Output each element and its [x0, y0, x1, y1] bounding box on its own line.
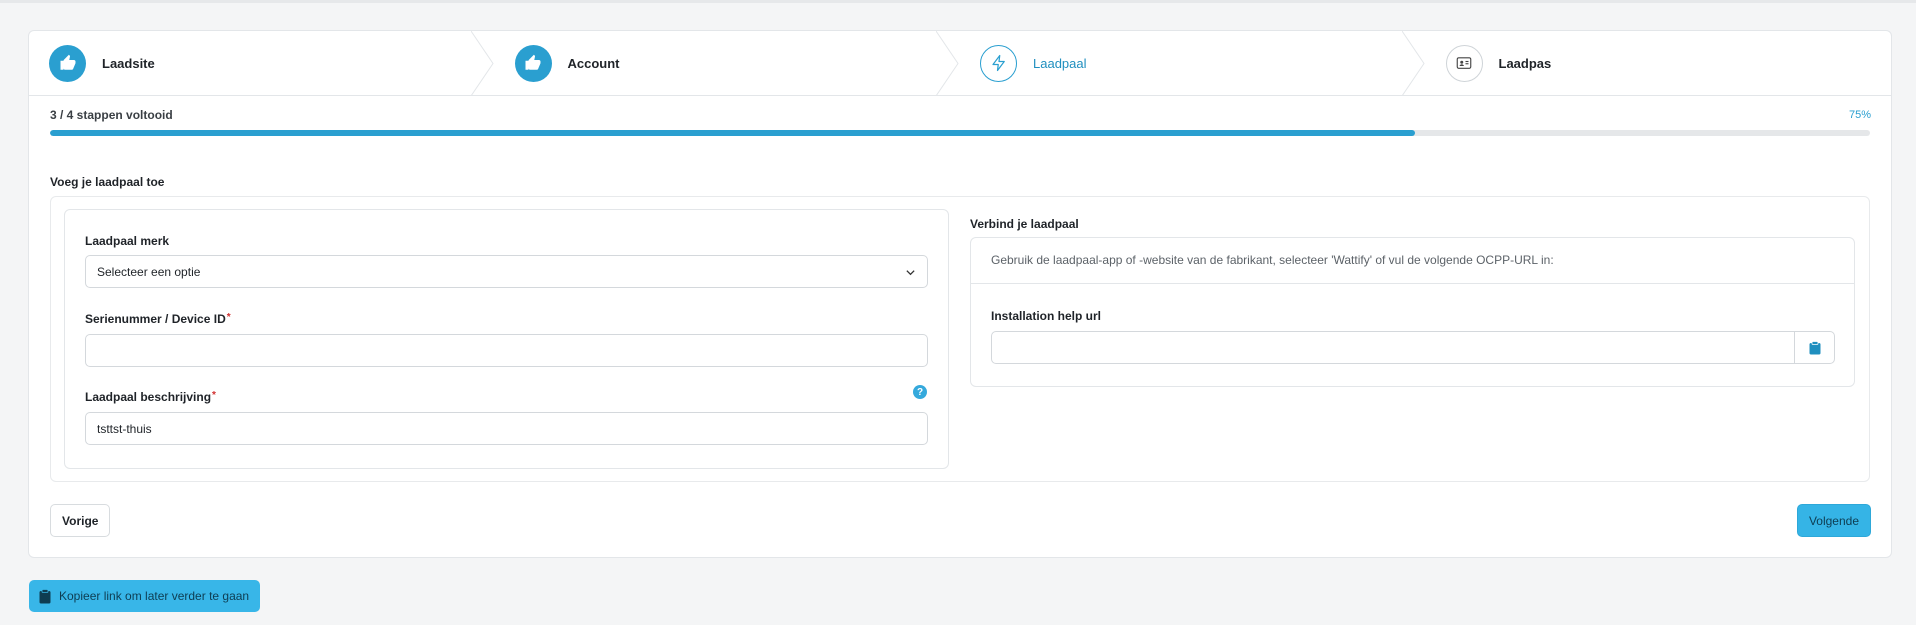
step-laadpaal[interactable]: Laadpaal	[960, 31, 1426, 95]
description-input[interactable]	[85, 412, 928, 445]
serial-label-text: Serienummer / Device ID	[85, 312, 226, 326]
brand-select[interactable]: Selecteer een optie	[85, 255, 928, 288]
previous-button[interactable]: Vorige	[50, 504, 111, 537]
connect-description: Gebruik de laadpaal-app of -website van …	[991, 253, 1554, 267]
required-mark: *	[212, 390, 216, 401]
progress-percent: 75%	[1848, 109, 1871, 121]
description-label: Laadpaal beschrijving*	[85, 390, 216, 404]
brand-label: Laadpaal merk	[85, 234, 170, 248]
copy-link-label: Kopieer link om later verder te gaan	[59, 589, 250, 603]
thumbs-up-icon	[49, 44, 86, 82]
next-button[interactable]: Volgende	[1796, 504, 1871, 537]
progress-bar	[50, 130, 1870, 136]
lightning-icon	[980, 44, 1017, 82]
step-label: Laadpas	[1498, 55, 1552, 71]
url-input[interactable]	[992, 332, 1794, 363]
clipboard-icon	[39, 588, 51, 604]
id-card-icon	[1445, 44, 1483, 82]
brand-select-value: Selecteer een optie	[97, 264, 201, 279]
serial-label: Serienummer / Device ID*	[85, 312, 231, 326]
thumbs-up-icon	[514, 44, 552, 82]
onboarding-card: Laadsite Account Laadpaal Laadpas 3 / 4 …	[28, 30, 1892, 558]
step-label: Account	[567, 55, 620, 71]
step-separator	[936, 31, 959, 95]
chevron-down-icon	[906, 270, 915, 276]
required-mark: *	[226, 312, 231, 323]
step-laadsite[interactable]: Laadsite	[29, 31, 495, 95]
step-separator	[470, 31, 494, 95]
step-label: Laadsite	[102, 55, 155, 71]
stepper: Laadsite Account Laadpaal Laadpas	[29, 31, 1891, 96]
progress-text: 3 / 4 stappen voltooid	[50, 108, 173, 122]
question-icon[interactable]: ?	[913, 385, 927, 399]
step-laadpas[interactable]: Laadpas	[1426, 31, 1892, 95]
clipboard-icon	[1809, 340, 1820, 354]
step-separator	[1401, 31, 1425, 95]
top-border	[0, 0, 1916, 3]
connect-title: Verbind je laadpaal	[970, 217, 1079, 231]
charger-form: Laadpaal merk Selecteer een optie Serien…	[64, 209, 949, 469]
section-title: Voeg je laadpaal toe	[50, 175, 165, 189]
step-account[interactable]: Account	[495, 31, 961, 95]
divider	[971, 283, 1854, 284]
url-label: Installation help url	[991, 309, 1102, 323]
serial-input[interactable]	[85, 334, 928, 367]
copy-url-button[interactable]	[1794, 332, 1834, 363]
progress-fill	[50, 130, 1415, 136]
connect-box: Gebruik de laadpaal-app of -website van …	[970, 237, 1855, 387]
description-label-text: Laadpaal beschrijving	[85, 390, 212, 404]
step-label: Laadpaal	[1033, 55, 1087, 71]
form-container: Laadpaal merk Selecteer een optie Serien…	[50, 196, 1870, 482]
url-input-group	[991, 331, 1835, 364]
copy-link-button[interactable]: Kopieer link om later verder te gaan	[29, 580, 261, 612]
